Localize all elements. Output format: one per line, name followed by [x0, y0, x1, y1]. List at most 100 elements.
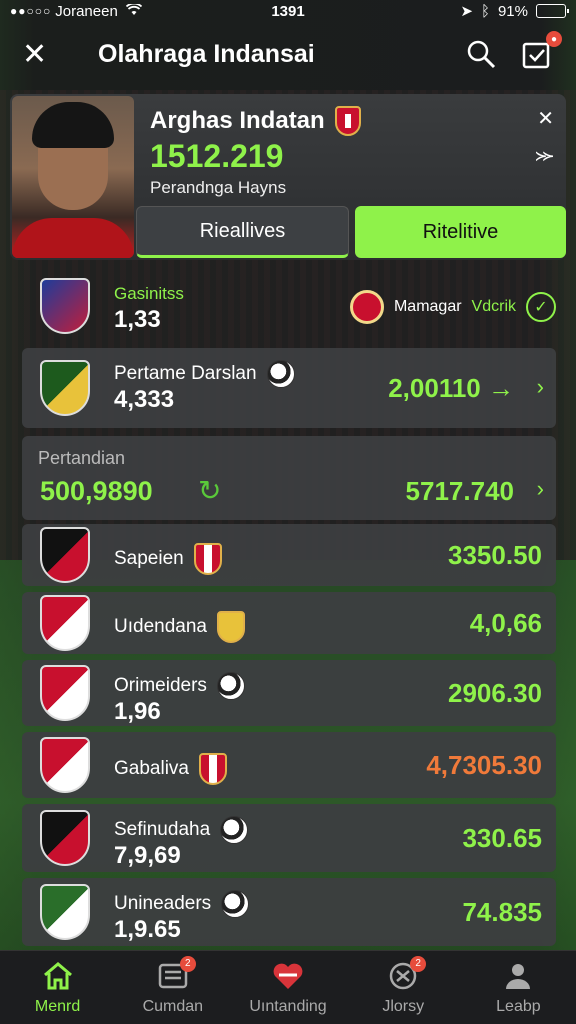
list-item[interactable]: Uıdendana 4,0,66 [22, 592, 556, 654]
page-title: Olahraga Indansai [98, 39, 315, 68]
list-item-label: Unineaders [114, 893, 212, 914]
list-item-value: 330.65 [462, 823, 542, 853]
list-item-label: Pertandian [38, 448, 126, 468]
team-crest-icon [334, 106, 361, 136]
player-photo [12, 96, 134, 258]
tab-label: Jlorsy [382, 997, 425, 1015]
player-name-row: Arghas Indatan [150, 106, 361, 136]
list-item-value: 4,0,66 [469, 608, 542, 638]
home-icon [41, 960, 75, 992]
list-item[interactable]: Orimeiders 1,96 2906.30 [22, 660, 556, 726]
player-value: 1512.219 [150, 138, 284, 174]
chevron-right-icon[interactable]: › [537, 476, 544, 502]
club-crest-icon [40, 737, 90, 793]
bottom-tab-bar: Menrd 2 Cumdan Uıntanding 2 Jlorsy Leabp [0, 950, 576, 1024]
tab-jersey[interactable]: 2 Jlorsy [346, 951, 461, 1024]
chevron-right-icon[interactable]: › [537, 374, 544, 400]
club-crest-icon [40, 884, 90, 940]
trend-arrow-icon: ↻ [198, 475, 222, 506]
manager-logo-icon [349, 290, 384, 324]
share-icon[interactable]: ⪼ [535, 144, 554, 167]
tab-heart[interactable]: Uıntanding [230, 951, 345, 1024]
status-bar: ●●○○○ Joraneen 1391 ➤ ᛒ 91% [0, 0, 576, 22]
segment-control: Rieallives Ritelitive [136, 206, 566, 258]
list-item-name: Pertame Darslan [114, 360, 295, 388]
player-hair [32, 102, 114, 148]
tab-badge: 2 [179, 955, 196, 972]
list-item-name: Gabaliva [114, 753, 227, 785]
segment-left-button[interactable]: Rieallives [136, 206, 349, 258]
club-crest-icon [40, 360, 90, 416]
battery-icon [536, 4, 569, 18]
list-item-value: 4,7305.30 [426, 750, 542, 780]
notification-badge: ● [546, 31, 562, 47]
club-crest-icon [40, 595, 90, 651]
list-item-label: Orimeiders [114, 675, 207, 696]
list-item[interactable]: Unineaders 1,9.65 74.835 [22, 878, 556, 946]
player-shirt [12, 218, 134, 258]
club-crest-icon [40, 527, 90, 583]
heart-icon [271, 960, 305, 992]
list-item[interactable]: Sefinudaha 7,9,69 330.65 [22, 804, 556, 872]
list-icon: 2 [156, 955, 196, 992]
list-item-value: 3350.50 [448, 540, 542, 570]
clock: 1391 [271, 2, 305, 20]
list-item[interactable]: Gabaliva 4,7305.30 [22, 732, 556, 798]
player-profile-card: Arghas Indatan 1512.219 Perandnga Hayns … [10, 94, 566, 260]
club-crest-icon [40, 810, 90, 866]
list-item-sub: 1,96 [114, 698, 161, 725]
tab-label: Leabp [496, 997, 541, 1015]
tab-home[interactable]: Menrd [0, 951, 115, 1024]
soccer-ball-icon [216, 672, 245, 700]
list-item-value: 5717.740 [405, 476, 514, 506]
close-icon[interactable]: ✕ [22, 37, 54, 72]
list-item-name: Unineaders [114, 890, 250, 918]
list-item[interactable]: Pertame Darslan 4,333 2,00110 → › [22, 348, 556, 428]
list-item-sub: 7,9,69 [114, 842, 181, 869]
soccer-ball-icon [220, 816, 249, 844]
team-badge-icon [216, 611, 245, 643]
segment-right-button[interactable]: Ritelitive [355, 206, 566, 258]
collapse-icon[interactable]: ✕ [537, 106, 554, 131]
manager-label: Mamagar [393, 298, 462, 315]
list-item-name: Sefinudaha [114, 816, 249, 844]
player-name: Arghas Indatan [150, 107, 325, 134]
list-item-label: Pertame Darslan [114, 363, 257, 384]
club-crest-icon [40, 665, 90, 721]
manager-info[interactable]: Mamagar Vdcrik ✓ [349, 290, 556, 324]
list-item-sub: 500,9890 [40, 476, 153, 506]
tab-label: Uıntanding [249, 997, 327, 1015]
list-item-value: 74.835 [462, 897, 542, 927]
soccer-ball-icon [221, 890, 250, 918]
tab-label: Menrd [34, 997, 81, 1015]
tab-list[interactable]: 2 Cumdan [115, 951, 230, 1024]
manager-name: Vdcrik [471, 298, 516, 315]
list-item[interactable]: Pertandian 500,9890 ↻ 5717.740 › [22, 436, 556, 520]
tab-label: Cumdan [142, 997, 204, 1015]
list-item-label: Sefinudaha [114, 819, 211, 840]
list-item-value: 2,00110 → [388, 373, 514, 403]
list-item[interactable]: Sapeien 3350.50 [22, 524, 556, 586]
tasks-icon[interactable]: ● [520, 31, 562, 71]
list-item-name: Orimeiders [114, 672, 245, 700]
top-nav: ✕ Olahraga Indansai ● [0, 22, 576, 86]
person-icon [501, 960, 535, 992]
player-subtitle: Perandnga Hayns [150, 178, 287, 197]
club-shield-icon [40, 278, 90, 334]
list-item-label: Sapeien [114, 548, 184, 569]
summary-label: Gasinitss [114, 284, 184, 303]
tab-badge: 2 [410, 955, 427, 972]
team-badge-icon [199, 753, 227, 785]
search-icon[interactable] [464, 37, 498, 71]
summary-row: Gasinitss 1,33 Mamagar Vdcrik ✓ [22, 278, 556, 338]
list-item-sub: 1,9.65 [114, 916, 181, 943]
team-badge-icon [193, 543, 222, 575]
list-item-sub: 4,333 [114, 386, 175, 413]
jersey-icon: 2 [386, 955, 427, 992]
list-item-label: Gabaliva [114, 758, 189, 779]
tab-person[interactable]: Leabp [461, 951, 576, 1024]
summary-number: 1,33 [114, 306, 161, 333]
list-item-value: 2906.30 [448, 678, 542, 708]
soccer-ball-icon [266, 360, 295, 388]
check-circle-icon: ✓ [526, 292, 556, 322]
